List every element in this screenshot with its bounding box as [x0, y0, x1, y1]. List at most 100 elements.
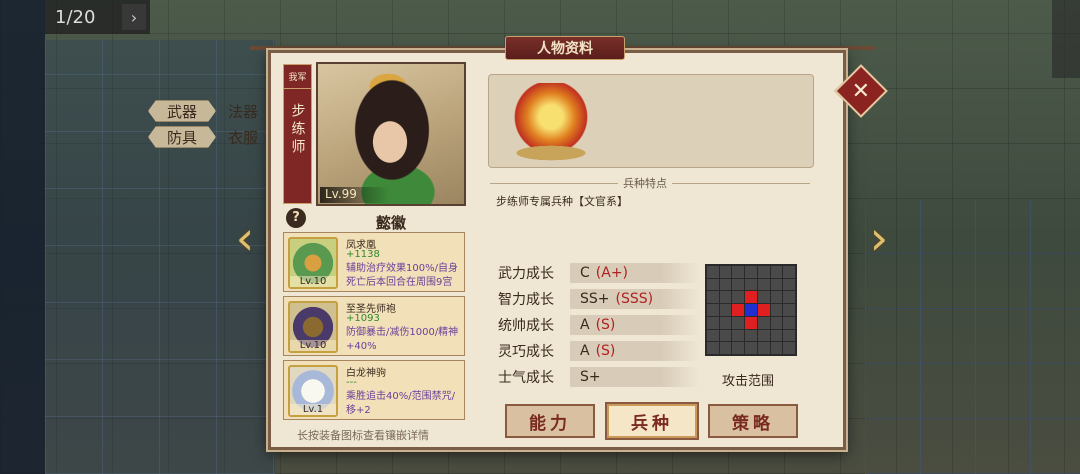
range-cell [770, 342, 783, 354]
equipment-icon[interactable]: Lv.1 [288, 365, 338, 417]
stat-grade: C [580, 265, 590, 281]
range-cell [783, 291, 795, 304]
armor-row: 防具 衣服 [148, 126, 258, 148]
stat-label: 统帅成长 [498, 318, 554, 334]
next-hero-button[interactable]: › [866, 210, 892, 266]
equipment-level: Lv.1 [290, 404, 336, 415]
corner-menu-button[interactable] [1052, 0, 1080, 78]
weapon-value: 法器 [228, 102, 259, 121]
gear-panel [488, 74, 814, 168]
equipment-bonus: --- [346, 377, 357, 388]
stat-row: 灵巧成长 A (S) [498, 340, 700, 362]
chevron-right-icon: › [869, 211, 889, 265]
range-cell [707, 266, 719, 278]
range-cell [757, 291, 770, 304]
armor-label: 防具 [148, 126, 216, 148]
equipment-icon[interactable]: Lv.10 [288, 301, 338, 353]
equipment-bonus: +1093 [346, 313, 380, 324]
range-cell [732, 291, 745, 304]
range-cell [757, 278, 770, 291]
range-cell [770, 291, 783, 304]
unit-class: 步练师 [289, 103, 306, 157]
range-cell [719, 342, 732, 354]
stat-grade: S+ [580, 369, 601, 385]
stat-row: 智力成长 SS+ (SSS) [498, 288, 700, 310]
unit-emblem-icon [511, 83, 591, 161]
chevron-left-icon: ‹ [235, 211, 255, 265]
range-cell [757, 316, 770, 329]
stat-value: A (S) [570, 315, 700, 335]
tab-strategy[interactable]: 策略 [708, 404, 798, 438]
enemy-units-area [865, 200, 1080, 474]
range-cell [757, 342, 770, 354]
weapon-label: 武器 [148, 100, 216, 122]
question-icon[interactable]: ? [286, 208, 306, 228]
stat-label: 灵巧成长 [498, 344, 554, 360]
equipment-slot-3[interactable]: Lv.1 白龙神驹 --- 乘胜追击40%/范围禁咒/移+2 [283, 360, 465, 420]
range-cell [719, 304, 732, 316]
stat-row: 武力成长 C (A+) [498, 262, 700, 284]
range-cell [719, 266, 732, 278]
equipment-level: Lv.10 [290, 340, 336, 351]
range-cell [719, 329, 732, 342]
next-page-button[interactable]: › [122, 4, 146, 30]
page-counter: 1/20 › [45, 0, 150, 34]
stat-value: SS+ (SSS) [570, 289, 700, 309]
equipment-desc: 辅助治疗效果100%/自身死亡后本回合在周围9宫 [346, 263, 458, 288]
tab-ability[interactable]: 能力 [505, 404, 595, 438]
weapon-row: 武器 法器 [148, 100, 258, 122]
equipment-slot-2[interactable]: Lv.10 至圣先师袍 +1093 防御暴击/减伤1000/精神+40% [283, 296, 465, 356]
stat-value: S+ [570, 367, 700, 387]
range-cell [732, 342, 745, 354]
stat-potential: (SSS) [615, 291, 654, 307]
range-cell [745, 266, 757, 278]
range-cell [707, 291, 719, 304]
range-cell [719, 278, 732, 291]
close-icon: ✕ [851, 78, 871, 104]
equipment-desc: 乘胜追击40%/范围禁咒/移+2 [346, 391, 455, 416]
range-cell [707, 278, 719, 291]
range-cell [732, 266, 745, 278]
stat-potential: (A+) [595, 265, 629, 281]
range-cell [783, 342, 795, 354]
range-cell [707, 342, 719, 354]
range-cell [732, 316, 745, 329]
armor-value: 衣服 [228, 128, 259, 147]
range-cell [732, 278, 745, 291]
stat-row: 统帅成长 A (S) [498, 314, 700, 336]
tab-unit-type[interactable]: 兵种 [607, 404, 697, 438]
range-cell-attack [745, 316, 757, 329]
hero-name: 懿徽 [375, 214, 406, 232]
equipment-slot-1[interactable]: Lv.10 凤求凰 +1138 辅助治疗效果100%/自身死亡后本回合在周围9宫 [283, 232, 465, 292]
range-cell [783, 266, 795, 278]
equipment-bonus: +1138 [346, 249, 380, 260]
traits-section-title: 兵种特点 [618, 175, 672, 191]
range-cell [770, 329, 783, 342]
stat-grade: A [580, 343, 590, 359]
hero-level: Lv.99 [320, 187, 390, 203]
range-cell-attack [745, 291, 757, 304]
attack-range-grid [705, 264, 797, 356]
stat-value: C (A+) [570, 263, 700, 283]
range-cell [783, 278, 795, 291]
range-cell [745, 278, 757, 291]
stat-grade: A [580, 317, 590, 333]
range-cell [757, 266, 770, 278]
range-cell [745, 342, 757, 354]
range-cell [732, 329, 745, 342]
stat-grade: SS+ [580, 291, 610, 307]
range-cell [757, 329, 770, 342]
range-cell [770, 266, 783, 278]
equipment-desc: 防御暴击/减伤1000/精神+40% [346, 327, 459, 352]
unit-trait-text: 步练师专属兵种【文官系】 [496, 195, 628, 208]
range-cell [770, 278, 783, 291]
prev-hero-button[interactable]: ‹ [232, 210, 258, 266]
equipment-icon[interactable]: Lv.10 [288, 237, 338, 289]
stat-value: A (S) [570, 341, 700, 361]
range-cell-attack [757, 304, 770, 316]
faction-banner: 我军 步练师 [283, 64, 312, 204]
page-counter-text: 1/20 [55, 6, 96, 28]
stat-label: 武力成长 [498, 266, 554, 282]
faction-tag: 我军 [284, 70, 311, 89]
stat-potential: (S) [595, 343, 616, 359]
